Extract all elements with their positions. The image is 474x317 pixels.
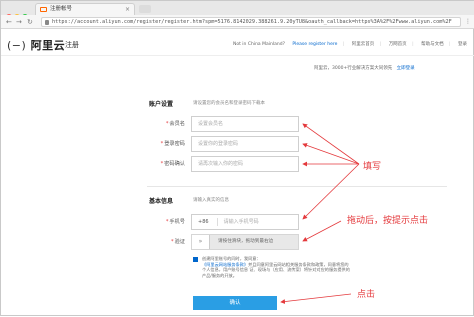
- password-input[interactable]: 设置你的登录密码: [191, 136, 299, 152]
- help-docs-link[interactable]: 帮助与文档: [421, 42, 444, 47]
- section-divider: [147, 186, 447, 187]
- url-text: https://account.aliyun.com/register/regi…: [52, 19, 452, 25]
- arrow-to-password: [302, 143, 360, 165]
- terms-link[interactable]: 《阿里云网站服务条款》: [202, 262, 248, 267]
- arrow-to-username: [302, 123, 360, 165]
- site-header: (−) 阿里云 注册 Not in China Mainland? Please…: [1, 30, 474, 56]
- annotation-drag: 拖动后，按提示点击: [347, 216, 429, 226]
- back-arrow-icon[interactable]: ←: [6, 18, 12, 26]
- confirm-button[interactable]: 确认: [193, 296, 277, 310]
- tab-bar: 注册帐号 ×: [1, 1, 474, 20]
- aliyun-logo[interactable]: (−) 阿里云: [7, 37, 65, 53]
- arrow-to-confirm-button: [280, 293, 352, 304]
- username-label: *会员名: [165, 121, 185, 127]
- confirm-password-input[interactable]: 请再次输入你的密码: [191, 156, 299, 172]
- slider-hint: 请按住滑块，拖动到最右边: [218, 239, 274, 244]
- address-bar: ← → ↻ https://account.aliyun.com/registe…: [1, 15, 474, 29]
- phone-label: *手机号: [165, 219, 185, 225]
- welcome-banner: 阿里云，3000+行业解决方案大同领先 立即登录: [314, 65, 415, 71]
- url-field[interactable]: https://account.aliyun.com/register/regi…: [41, 17, 461, 27]
- welcome-text: 阿里云，3000+行业解决方案大同领先: [314, 66, 393, 71]
- page-title: 注册: [65, 41, 79, 49]
- aliyun-home-link[interactable]: 阿里云首页: [352, 42, 375, 47]
- logo-bracket-icon: (−): [7, 39, 27, 52]
- lock-icon: [45, 20, 49, 25]
- login-link[interactable]: 登录: [458, 42, 467, 47]
- browser-window: 注册帐号 × ← → ↻ https://account.aliyun.com/…: [0, 0, 474, 316]
- account-section-title: 账户设置: [149, 101, 174, 108]
- password-label: *登录密码: [160, 141, 185, 147]
- reload-icon[interactable]: ↻: [27, 18, 33, 26]
- slider-handle-icon[interactable]: »: [192, 235, 210, 249]
- basic-section-desc: 请输入真实的信息: [193, 198, 229, 203]
- phone-input[interactable]: +86 请输入手机号码: [191, 214, 299, 230]
- browser-menu-icon[interactable]: ⋮: [465, 18, 471, 25]
- country-code: +86: [198, 219, 209, 225]
- verify-slider[interactable]: » 请按住滑块，拖动到最右边: [191, 234, 299, 250]
- not-mainland-text: Not in China Mainland?: [232, 42, 285, 47]
- verify-label: *验证: [171, 239, 185, 245]
- arrow-to-phone: [302, 163, 360, 220]
- annotation-fill: 填写: [363, 162, 382, 172]
- annotation-click: 点击: [357, 290, 376, 300]
- new-tab-button[interactable]: [139, 5, 151, 13]
- confirm-password-label: *密码确认: [160, 161, 185, 167]
- aliyun-favicon-icon: [40, 7, 47, 12]
- login-now-link[interactable]: 立即登录: [397, 66, 415, 71]
- arrow-to-slider: [302, 220, 342, 242]
- register-here-link[interactable]: Please register here: [292, 42, 337, 47]
- agreement-checkbox[interactable]: [193, 257, 198, 262]
- account-section-desc: 请设置您的会员名和登录密码下载本: [193, 101, 265, 106]
- username-input[interactable]: 设置会员名: [191, 116, 299, 132]
- close-tab-icon[interactable]: ×: [125, 4, 130, 15]
- agreement-text: 创建阿里账号的同时，我同意： 《阿里云网站服务条款》并且同意阿里云网站相关服务条…: [202, 256, 350, 278]
- forward-arrow-icon[interactable]: →: [16, 18, 22, 26]
- wanwang-home-link[interactable]: 万网首页: [389, 42, 407, 47]
- browser-tab[interactable]: 注册帐号 ×: [35, 3, 135, 15]
- header-links: Not in China Mainland? Please register h…: [232, 42, 467, 47]
- tab-title: 注册帐号: [50, 6, 73, 12]
- basic-section-title: 基本信息: [149, 198, 174, 205]
